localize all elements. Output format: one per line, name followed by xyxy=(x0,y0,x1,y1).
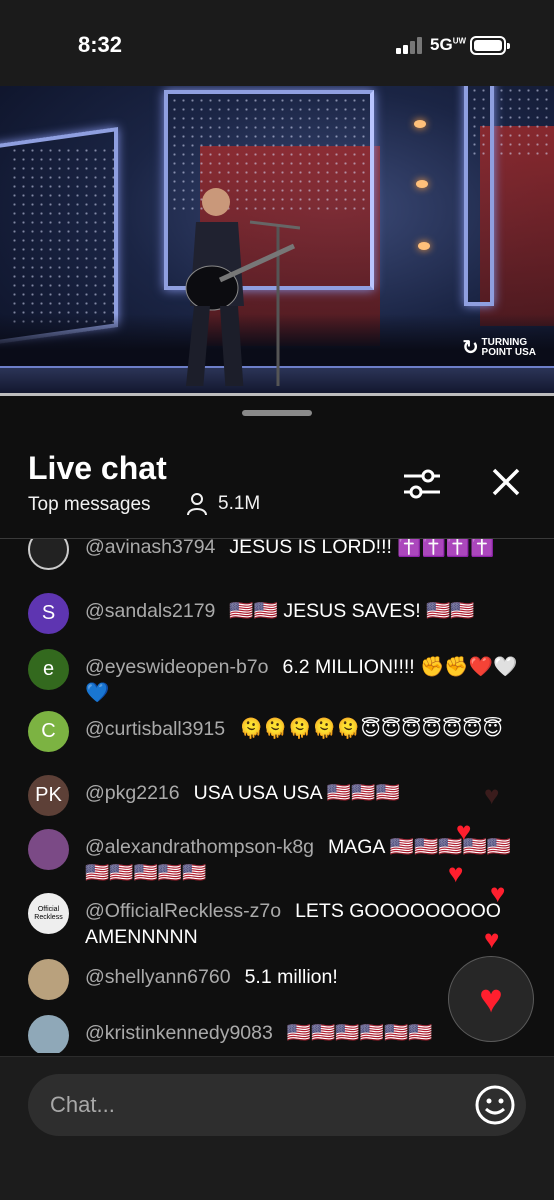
status-bar: 8:32 5GUW xyxy=(0,0,554,86)
heart-icon: ♥ xyxy=(479,976,503,1021)
avatar: S xyxy=(28,593,69,634)
viewer-count: 5.1M xyxy=(186,492,260,516)
avatar xyxy=(28,539,69,570)
video-player[interactable]: ↻ TURNING POINT USA xyxy=(0,86,554,396)
heart-icon: ♥ xyxy=(490,878,506,908)
avatar: PK xyxy=(28,775,69,816)
heart-icon: ♥ xyxy=(484,780,500,810)
message-text: 5.1 million! xyxy=(244,966,338,988)
heart-icon: ♥ xyxy=(456,816,472,846)
avatar: e xyxy=(28,649,69,690)
avatar xyxy=(28,829,69,870)
close-icon[interactable] xyxy=(486,462,526,502)
heart-reaction-button[interactable]: ♥ xyxy=(448,956,534,1042)
smiley-icon[interactable] xyxy=(474,1084,516,1126)
message-author: @alexandrathompson-k8g xyxy=(85,836,315,858)
message-text: 🇺🇸🇺🇸 JESUS SAVES! 🇺🇸🇺🇸 xyxy=(229,600,475,622)
chat-mode-selector[interactable]: Top messages xyxy=(28,494,151,516)
message-author: @OfficialReckless-z7o xyxy=(85,900,282,922)
message-author: @shellyann6760 xyxy=(85,966,231,988)
panel-title: Live chat xyxy=(28,450,167,486)
clock: 8:32 xyxy=(78,32,123,57)
turning-point-logo: ↻ TURNING POINT USA xyxy=(462,337,536,359)
heart-icon: ♥ xyxy=(484,924,500,954)
message-author: @kristinkennedy9083 xyxy=(85,1022,273,1044)
message-author: @avinash3794 xyxy=(85,539,216,558)
message-author: @sandals2179 xyxy=(85,600,216,622)
message-text: JESUS IS LORD!!! ✝️✝️✝️✝️ xyxy=(229,539,495,558)
avatar: Official Reckless xyxy=(28,893,69,934)
network-label: 5GUW xyxy=(430,35,467,54)
person-icon xyxy=(187,493,207,516)
message-text: USA USA USA 🇺🇸🇺🇸🇺🇸 xyxy=(193,782,400,804)
avatar xyxy=(28,959,69,1000)
avatar: C xyxy=(28,711,69,752)
performer-image xyxy=(185,188,300,386)
message-author: @eyeswideopen-b7o xyxy=(85,656,269,678)
drag-handle[interactable] xyxy=(242,410,312,416)
message-author: @pkg2216 xyxy=(85,782,180,804)
message-author: @curtisball3915 xyxy=(85,718,226,740)
message-text: 🇺🇸🇺🇸🇺🇸🇺🇸🇺🇸🇺🇸 xyxy=(286,1022,433,1044)
chat-input[interactable]: Chat... xyxy=(28,1074,526,1136)
battery-icon xyxy=(470,36,510,55)
message-text: 🫠🫠🫠🫠🫠😇😇😇😇😇😇😇 xyxy=(239,718,503,740)
heart-icon: ♥ xyxy=(448,858,464,888)
avatar xyxy=(28,1015,69,1053)
filter-icon[interactable] xyxy=(400,462,444,506)
signal-icon xyxy=(396,36,426,54)
